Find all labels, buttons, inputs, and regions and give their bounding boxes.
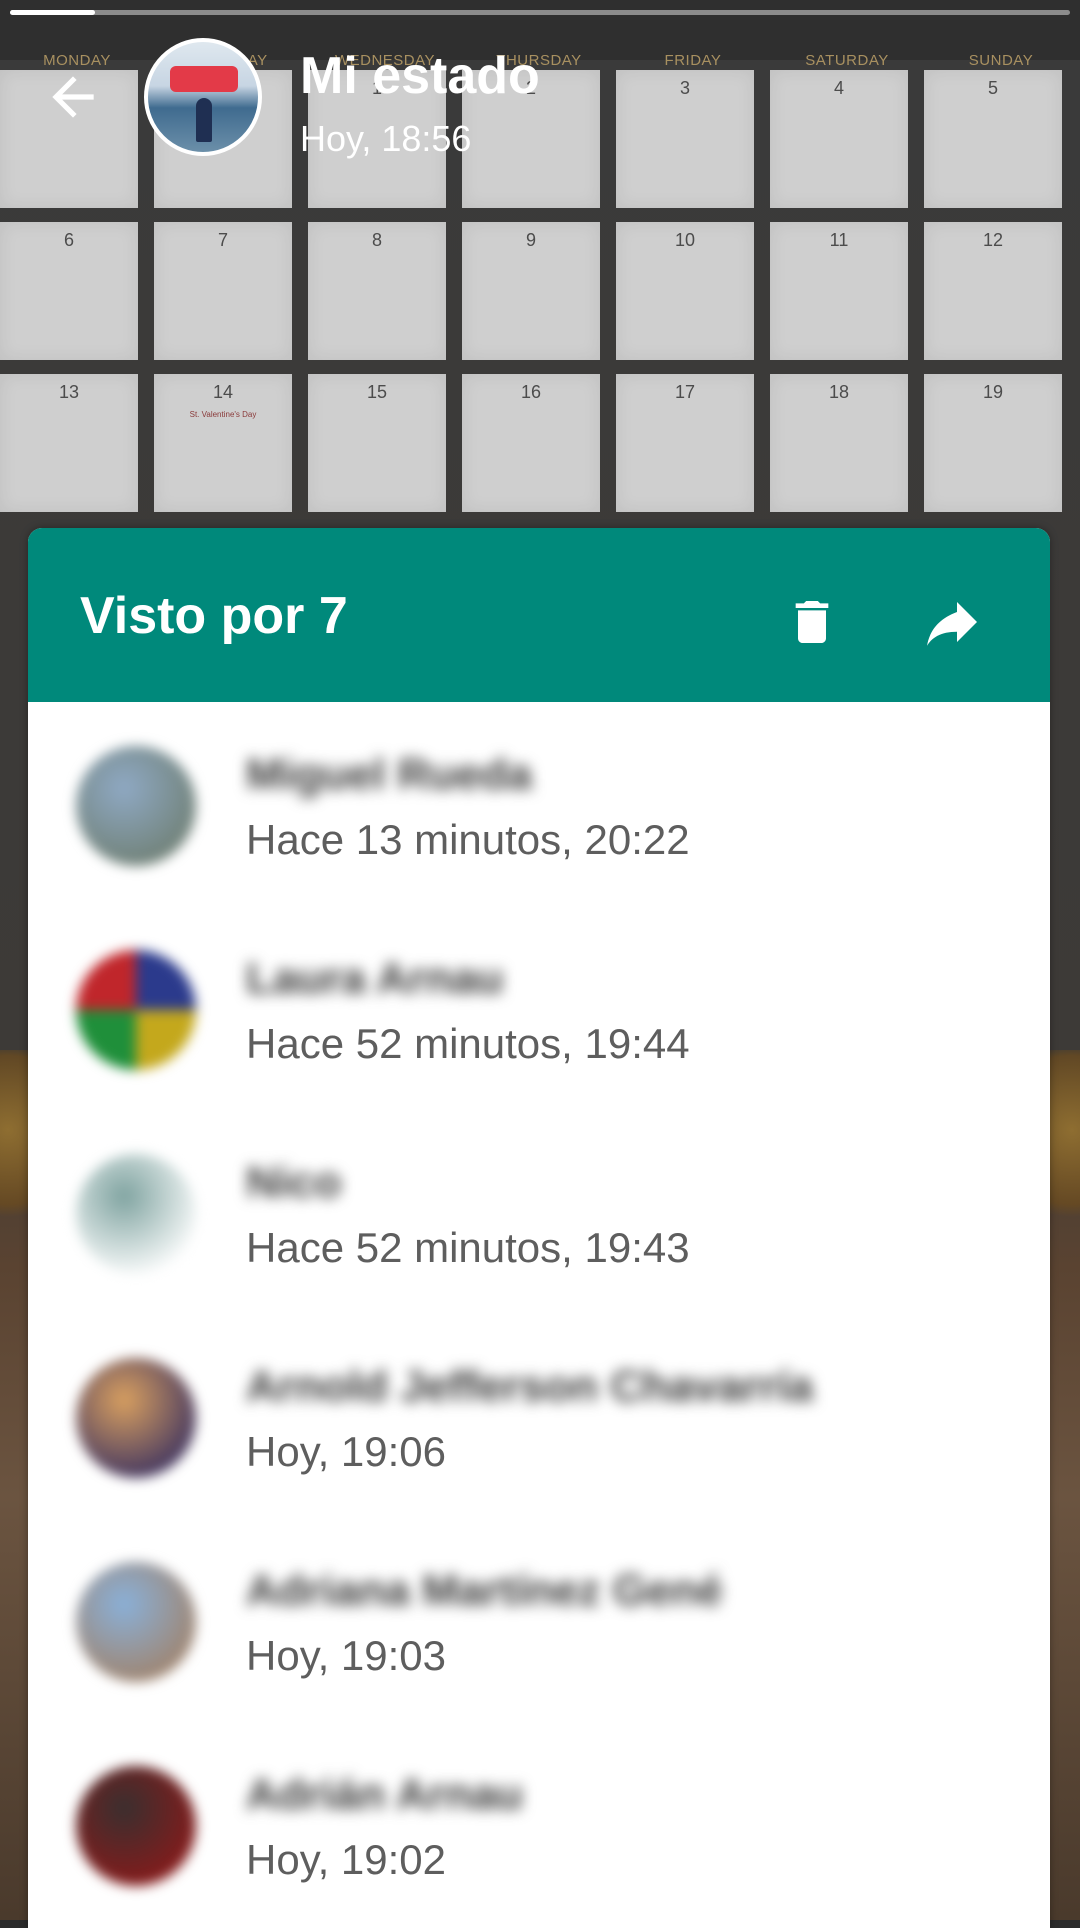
- forward-button[interactable]: [902, 580, 1002, 664]
- status-timestamp: Hoy, 18:56: [300, 118, 472, 159]
- calendar-dayname: SUNDAY: [968, 52, 1034, 69]
- viewer-row[interactable]: Adrián Arnau Hoy, 19:02: [28, 1722, 1050, 1926]
- calendar-cell: 15: [308, 374, 446, 512]
- calendar-day-number: 17: [674, 382, 696, 402]
- viewer-row[interactable]: Laura Arnau Hace 52 minutos, 19:44: [28, 906, 1050, 1110]
- calendar-cell: 4: [770, 70, 908, 208]
- calendar-cell: 14 St. Valentine's Day: [154, 374, 292, 512]
- calendar-note: St. Valentine's Day: [189, 410, 257, 419]
- calendar-day-number: 15: [366, 382, 388, 402]
- viewer-seen-time: Hoy, 19:06: [246, 1428, 447, 1475]
- viewer-name: Miguel Rueda: [246, 750, 533, 799]
- avatar-photo-detail: [196, 98, 212, 142]
- viewer-seen-time: Hace 52 minutos, 19:43: [246, 1224, 690, 1271]
- calendar-cell: 3: [616, 70, 754, 208]
- calendar-cell: 8: [308, 222, 446, 360]
- calendar-day-number: 14: [212, 382, 234, 402]
- calendar-cell: 11: [770, 222, 908, 360]
- viewer-name: Adrián Arnau: [246, 1770, 524, 1819]
- calendar-day-number: 18: [828, 382, 850, 402]
- viewers-sheet: Visto por 7 Miguel Rueda Hace 13 minutos,…: [28, 528, 1050, 1928]
- status-progress-bar: [10, 10, 1070, 15]
- calendar-day-number: 10: [674, 230, 696, 250]
- calendar-cell: 6: [0, 222, 138, 360]
- viewer-row[interactable]: Adriana Martínez Gené Hoy, 19:03: [28, 1518, 1050, 1722]
- page-title: Mi estado: [300, 47, 540, 105]
- calendar-dayname: FRIDAY: [664, 52, 722, 69]
- forward-icon: [927, 602, 977, 646]
- viewer-avatar[interactable]: [76, 1154, 196, 1274]
- calendar-cell: 9: [462, 222, 600, 360]
- status-progress-fill: [10, 10, 95, 15]
- avatar-photo-detail: [170, 66, 238, 92]
- back-arrow-icon: [52, 76, 94, 118]
- calendar-top-band: [0, 0, 1080, 60]
- viewer-name: Laura Arnau: [246, 954, 504, 1003]
- calendar-dayname: SATURDAY: [805, 52, 889, 69]
- viewer-avatar[interactable]: [76, 950, 196, 1070]
- viewer-row[interactable]: Miguel Rueda Hace 13 minutos, 20:22: [28, 702, 1050, 906]
- calendar-day-number: 9: [525, 230, 536, 250]
- calendar-cell: 12: [924, 222, 1062, 360]
- viewer-name: Arnold Jefferson Chavarría: [246, 1362, 814, 1411]
- viewer-row[interactable]: Nico Hace 52 minutos, 19:43: [28, 1110, 1050, 1314]
- viewer-avatar[interactable]: [76, 1358, 196, 1478]
- viewer-seen-time: Hoy, 19:03: [246, 1632, 447, 1679]
- calendar-day-number: 19: [982, 382, 1004, 402]
- calendar-cell: 10: [616, 222, 754, 360]
- viewer-avatar[interactable]: [76, 1766, 196, 1886]
- back-button[interactable]: [38, 62, 108, 132]
- avatar[interactable]: [144, 38, 262, 156]
- viewer-seen-time: Hace 13 minutos, 20:22: [246, 816, 690, 863]
- calendar-cell: 16: [462, 374, 600, 512]
- viewer-row[interactable]: Arnold Jefferson Chavarría Hoy, 19:06: [28, 1314, 1050, 1518]
- calendar-day-number: 7: [217, 230, 228, 250]
- trash-icon: [795, 601, 829, 643]
- calendar-day-number: 4: [833, 78, 844, 98]
- viewer-seen-time: Hace 52 minutos, 19:44: [246, 1020, 690, 1067]
- calendar-cell: 13: [0, 374, 138, 512]
- calendar-cell: 7: [154, 222, 292, 360]
- calendar-day-number: 3: [679, 78, 690, 98]
- viewed-by-count: Visto por 7: [80, 587, 348, 645]
- viewer-name: Adriana Martínez Gené: [246, 1566, 723, 1615]
- viewers-sheet-header: Visto por 7: [28, 528, 1050, 702]
- delete-button[interactable]: [770, 580, 854, 664]
- calendar-day-number: 16: [520, 382, 542, 402]
- calendar-day-number: 6: [63, 230, 74, 250]
- calendar-cell: 19: [924, 374, 1062, 512]
- calendar-cell: 18: [770, 374, 908, 512]
- calendar-day-number: 13: [58, 382, 80, 402]
- calendar-day-number: 8: [371, 230, 382, 250]
- viewer-seen-time: Hoy, 19:02: [246, 1836, 447, 1883]
- calendar-cell: 5: [924, 70, 1062, 208]
- calendar-day-number: 12: [982, 230, 1004, 250]
- viewer-name: Nico: [246, 1158, 342, 1207]
- viewer-avatar[interactable]: [76, 1562, 196, 1682]
- calendar-cell: 17: [616, 374, 754, 512]
- calendar-day-number: 5: [987, 78, 998, 98]
- viewer-avatar[interactable]: [76, 746, 196, 866]
- calendar-day-number: 11: [829, 230, 849, 250]
